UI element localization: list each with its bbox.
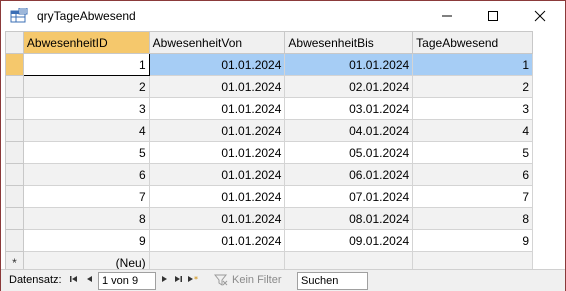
record-position-field[interactable]: 1 von 9 <box>98 272 156 290</box>
table-row[interactable]: 3 01.01.2024 03.01.2024 3 <box>5 97 533 120</box>
cell-abwesenheitvon[interactable]: 01.01.2024 <box>148 141 286 164</box>
new-record-icon[interactable]: * <box>187 274 201 287</box>
maximize-icon <box>488 11 498 21</box>
cell-tageabwesend[interactable]: 6 <box>412 163 533 186</box>
table-row[interactable]: 1 01.01.2024 01.01.2024 1 <box>5 53 533 76</box>
cell-abwesenheitvon[interactable]: 01.01.2024 <box>148 119 286 142</box>
cell-abwesenheitvon[interactable]: 01.01.2024 <box>148 163 286 186</box>
record-selector[interactable] <box>5 119 24 142</box>
cell-abwesenheitvon[interactable]: 01.01.2024 <box>148 75 286 98</box>
cell-abwesenheitvon[interactable]: 01.01.2024 <box>148 229 286 252</box>
record-selector[interactable] <box>5 75 24 98</box>
cell-abwesenheitid[interactable]: 6 <box>22 163 150 186</box>
header-row: AbwesenheitID AbwesenheitVon Abwesenheit… <box>5 31 533 54</box>
column-header-abwesenheitbis[interactable]: AbwesenheitBis <box>284 31 414 54</box>
record-selector[interactable] <box>5 53 24 76</box>
cell-abwesenheitid[interactable]: 9 <box>22 229 150 252</box>
cell-abwesenheitid[interactable]: 5 <box>22 141 150 164</box>
datasheet-table: AbwesenheitID AbwesenheitVon Abwesenheit… <box>5 31 533 274</box>
record-selector[interactable] <box>5 141 24 164</box>
cell-tageabwesend[interactable]: 3 <box>412 97 533 120</box>
filter-status[interactable]: Kein Filter <box>232 274 282 286</box>
filter-icon[interactable] <box>213 274 228 289</box>
cell-abwesenheitid[interactable]: 2 <box>22 75 150 98</box>
new-record-marker: * <box>12 255 17 270</box>
close-icon <box>534 10 546 22</box>
minimize-icon <box>442 15 452 17</box>
cell-abwesenheitid[interactable]: 4 <box>22 119 150 142</box>
record-label: Datensatz: <box>9 274 62 286</box>
cell-abwesenheitbis[interactable]: 02.01.2024 <box>284 75 414 98</box>
window-title: qryTageAbwesend <box>37 9 136 23</box>
cell-abwesenheitbis[interactable]: 04.01.2024 <box>284 119 414 142</box>
title-bar: qryTageAbwesend <box>1 1 565 31</box>
cell-tageabwesend[interactable]: 8 <box>412 207 533 230</box>
next-record-icon[interactable] <box>159 274 169 287</box>
cell-tageabwesend[interactable]: 2 <box>412 75 533 98</box>
table-row[interactable]: 8 01.01.2024 08.01.2024 8 <box>5 207 533 230</box>
column-header-abwesenheitid[interactable]: AbwesenheitID <box>22 31 150 54</box>
table-row[interactable]: 2 01.01.2024 02.01.2024 2 <box>5 75 533 98</box>
record-selector[interactable] <box>5 229 24 252</box>
previous-record-icon[interactable] <box>85 274 95 287</box>
table-row[interactable]: 4 01.01.2024 04.01.2024 4 <box>5 119 533 142</box>
first-record-icon[interactable] <box>69 274 79 287</box>
minimize-button[interactable] <box>424 1 470 31</box>
cell-tageabwesend[interactable]: 7 <box>412 185 533 208</box>
cell-tageabwesend[interactable]: 1 <box>412 53 533 76</box>
search-input[interactable]: Suchen <box>297 272 368 290</box>
svg-text:*: * <box>194 275 198 284</box>
cell-abwesenheitid[interactable]: 1 <box>22 53 150 76</box>
cell-abwesenheitid[interactable]: 7 <box>22 185 150 208</box>
table-row[interactable]: 6 01.01.2024 06.01.2024 6 <box>5 163 533 186</box>
table-row[interactable]: 7 01.01.2024 07.01.2024 7 <box>5 185 533 208</box>
select-all-corner[interactable] <box>5 31 24 54</box>
cell-tageabwesend[interactable]: 5 <box>412 141 533 164</box>
cell-abwesenheitvon[interactable]: 01.01.2024 <box>148 207 286 230</box>
record-selector[interactable] <box>5 97 24 120</box>
record-selector[interactable] <box>5 207 24 230</box>
cell-abwesenheitid[interactable]: 3 <box>22 97 150 120</box>
cell-abwesenheitbis[interactable]: 09.01.2024 <box>284 229 414 252</box>
cell-abwesenheitbis[interactable]: 07.01.2024 <box>284 185 414 208</box>
query-icon <box>10 7 28 24</box>
cell-abwesenheitvon[interactable]: 01.01.2024 <box>148 185 286 208</box>
last-record-icon[interactable] <box>173 274 183 287</box>
record-navigation-bar: Datensatz: 1 von 9 * Kein Filter Suchen <box>1 269 565 291</box>
column-header-abwesenheitvon[interactable]: AbwesenheitVon <box>148 31 286 54</box>
cell-tageabwesend[interactable]: 9 <box>412 229 533 252</box>
datasheet-grid: AbwesenheitID AbwesenheitVon Abwesenheit… <box>5 31 533 274</box>
table-row[interactable]: 5 01.01.2024 05.01.2024 5 <box>5 141 533 164</box>
cell-abwesenheitvon[interactable]: 01.01.2024 <box>148 53 286 76</box>
column-header-tageabwesend[interactable]: TageAbwesend <box>412 31 533 54</box>
access-query-window: qryTageAbwesend AbwesenheitID Abwesenhei… <box>0 0 566 291</box>
record-selector[interactable] <box>5 163 24 186</box>
cell-abwesenheitbis[interactable]: 01.01.2024 <box>284 53 414 76</box>
cell-abwesenheitbis[interactable]: 06.01.2024 <box>284 163 414 186</box>
cell-abwesenheitbis[interactable]: 05.01.2024 <box>284 141 414 164</box>
cell-tageabwesend[interactable]: 4 <box>412 119 533 142</box>
close-button[interactable] <box>517 1 563 31</box>
record-selector[interactable] <box>5 185 24 208</box>
table-row[interactable]: 9 01.01.2024 09.01.2024 9 <box>5 229 533 252</box>
cell-abwesenheitid[interactable]: 8 <box>22 207 150 230</box>
cell-abwesenheitbis[interactable]: 08.01.2024 <box>284 207 414 230</box>
cell-abwesenheitbis[interactable]: 03.01.2024 <box>284 97 414 120</box>
maximize-button[interactable] <box>470 1 516 31</box>
cell-abwesenheitvon[interactable]: 01.01.2024 <box>148 97 286 120</box>
